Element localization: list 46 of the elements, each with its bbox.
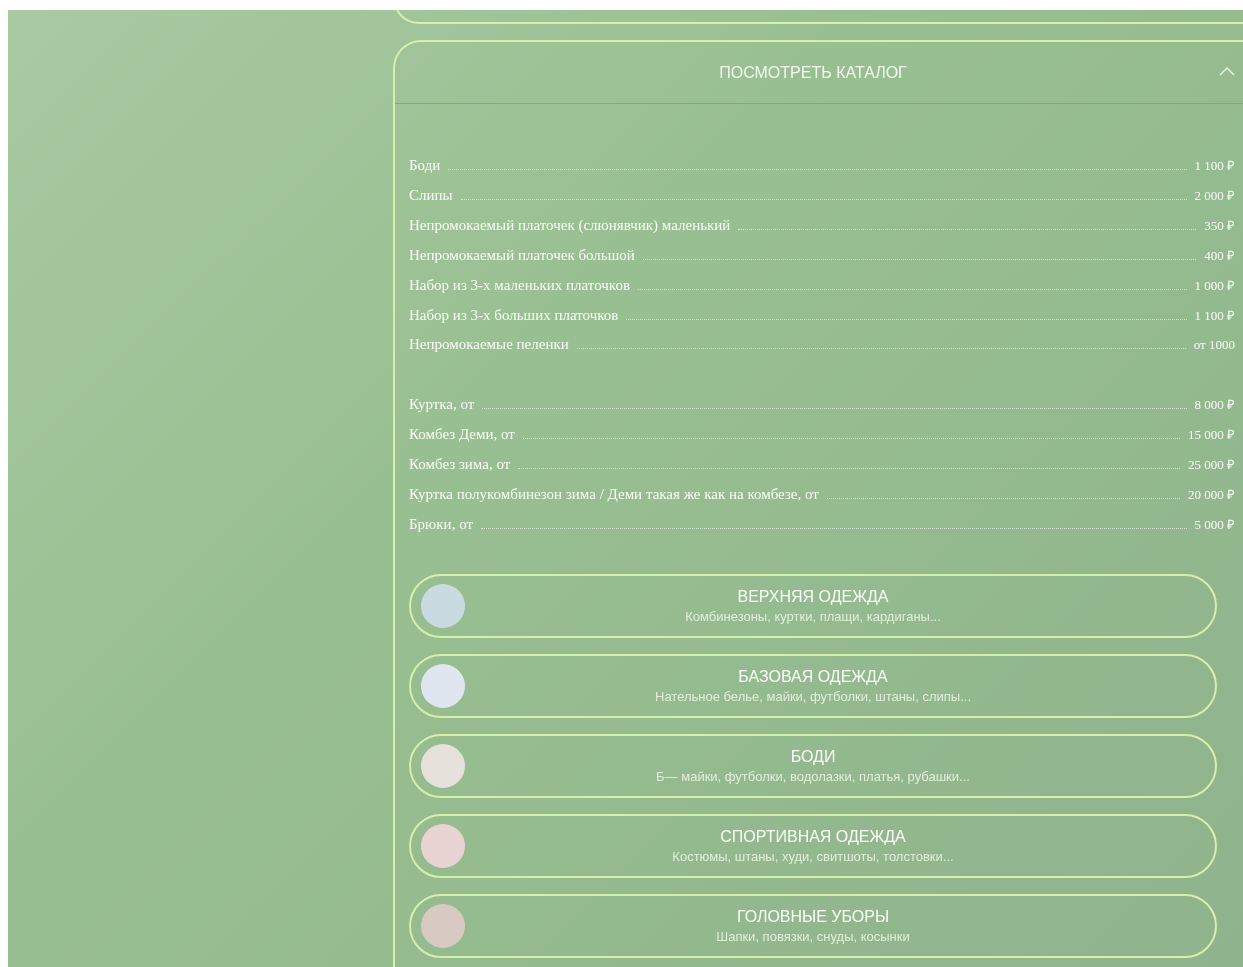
item-price: 1 100 ₽ bbox=[1194, 157, 1235, 174]
item-name: Непромокаемый платочек (слюнявчик) маленький bbox=[409, 217, 731, 234]
item-name: Набор из 3-х маленьких платочков bbox=[409, 277, 630, 294]
item-price: 400 ₽ bbox=[1204, 247, 1235, 264]
category-title: СПОРТИВНАЯ ОДЕЖДА bbox=[720, 828, 906, 846]
item-price: 1 100 ₽ bbox=[1194, 307, 1235, 324]
item-name: Непромокаемые пеленки bbox=[409, 336, 569, 353]
photo-placeholder bbox=[421, 824, 465, 868]
category-title: БОДИ bbox=[790, 748, 836, 766]
item-price: 20 000 ₽ bbox=[1188, 486, 1235, 503]
category-subtitle: Комбинезоны, куртки, плащи, кардиганы... bbox=[685, 609, 941, 624]
category-subtitle: Б— майки, футболки, водолазки, платья, рубашки... bbox=[656, 769, 970, 784]
item-price: 1 000 ₽ bbox=[1194, 277, 1235, 294]
category-title: ВЕРХНЯЯ ОДЕЖДА bbox=[737, 588, 889, 606]
item-price: 8 000 ₽ bbox=[1194, 396, 1235, 413]
category-button[interactable]: СПОРТИВНАЯ ОДЕЖДА Костюмы, штаны, худи, свитшоты, толстовки... bbox=[409, 814, 1217, 878]
category-subtitle: Нательное белье, майки, футболки, штаны, слипы... bbox=[655, 689, 971, 704]
photo-placeholder bbox=[421, 664, 465, 708]
category-button[interactable]: БОДИ Б— майки, футболки, водолазки, платья, рубашки... bbox=[409, 734, 1217, 798]
chevron-up-icon bbox=[1219, 66, 1235, 76]
item-name: Комбез зима, от bbox=[409, 456, 511, 473]
item-name: Непромокаемый платочек большой bbox=[409, 247, 635, 264]
category-title: БАЗОВАЯ ОДЕЖДА bbox=[738, 668, 888, 686]
item-name: Куртка, от bbox=[409, 396, 475, 413]
category-subtitle: Костюмы, штаны, худи, свитшоты, толстовки... bbox=[672, 849, 954, 864]
catalog-accordion-header[interactable]: ПОСМОТРЕТЬ КАТАЛОГ bbox=[395, 42, 1243, 104]
item-name: Куртка полукомбинезон зима / Деми такая же как на комбезе, от bbox=[409, 486, 819, 503]
item-name: Боди bbox=[409, 157, 441, 174]
item-price: 25 000 ₽ bbox=[1188, 456, 1235, 473]
item-name: Комбез Деми, от bbox=[409, 426, 515, 443]
category-subtitle: Шапки, повязки, снуды, косынки bbox=[716, 929, 910, 944]
item-name: Набор из 3-х больших платочков bbox=[409, 307, 619, 324]
item-name: Брюки, от bbox=[409, 516, 473, 533]
item-price: 15 000 ₽ bbox=[1188, 426, 1235, 443]
item-price: 350 ₽ bbox=[1204, 217, 1235, 234]
category-button[interactable]: ГОЛОВНЫЕ УБОРЫ Шапки, повязки, снуды, косынки bbox=[409, 894, 1217, 958]
item-price: 5 000 ₽ bbox=[1194, 516, 1235, 533]
item-price: 2 000 ₽ bbox=[1194, 187, 1235, 204]
photo-placeholder bbox=[421, 904, 465, 948]
category-title: ГОЛОВНЫЕ УБОРЫ bbox=[736, 908, 890, 926]
category-button[interactable]: БАЗОВАЯ ОДЕЖДА Нательное белье, майки, футболки, штаны, слипы... bbox=[409, 654, 1217, 718]
item-name: Слипы bbox=[409, 187, 453, 204]
item-price: от 1000 bbox=[1193, 337, 1235, 353]
photo-placeholder bbox=[421, 584, 465, 628]
category-button[interactable]: ВЕРХНЯЯ ОДЕЖДА Комбинезоны, куртки, плащи, кардиганы... bbox=[409, 574, 1217, 638]
photo-placeholder bbox=[421, 744, 465, 788]
